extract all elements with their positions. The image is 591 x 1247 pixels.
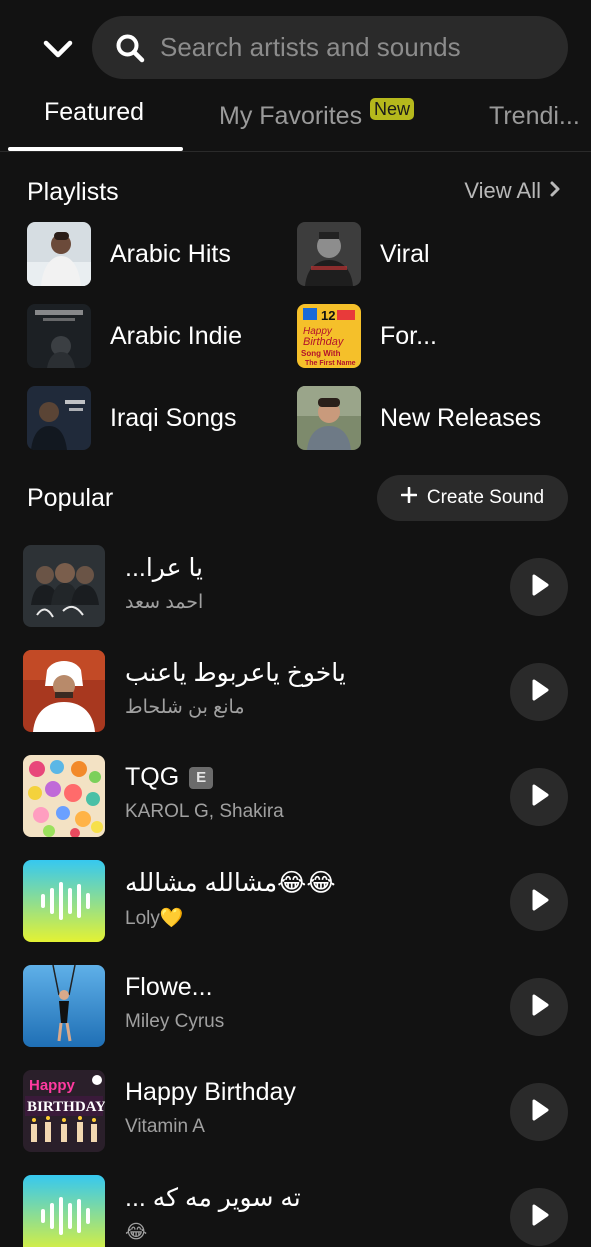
sound-cover xyxy=(23,965,105,1047)
new-badge: New xyxy=(370,98,415,120)
birthday-line3: Song With xyxy=(301,349,341,358)
birthday-line2: Birthday xyxy=(303,336,345,348)
sound-artist: Miley Cyrus xyxy=(125,1011,225,1032)
sound-artist: مانع بن شلحاط xyxy=(125,697,245,718)
sound-cover: Happy BIRTHDAY xyxy=(23,1070,105,1152)
sound-title: TQG xyxy=(125,763,180,791)
play-button[interactable] xyxy=(510,1188,568,1246)
view-all-label: View All xyxy=(464,178,541,203)
sound-artist: KAROL G, Shakira xyxy=(125,801,284,822)
sound-title: 😂😂مشالله مشالله xyxy=(125,869,336,897)
chevron-right-icon xyxy=(549,178,561,204)
playlist-item[interactable]: Iraqi Songs xyxy=(27,386,236,450)
sound-cover xyxy=(23,1175,105,1247)
play-icon xyxy=(528,993,550,1022)
create-sound-label: Create Sound xyxy=(426,487,545,508)
birthday-line4: The First Name xyxy=(305,360,356,367)
playlist-cover xyxy=(297,386,361,450)
sound-title: ته سوير مه كه ... xyxy=(125,1184,301,1212)
playlist-item[interactable]: Arabic Hits xyxy=(27,222,231,286)
playlist-label: For... xyxy=(380,321,437,350)
playlists-heading: Playlists xyxy=(27,178,119,206)
sound-cover xyxy=(23,755,105,837)
plus-icon xyxy=(400,486,418,509)
play-button[interactable] xyxy=(510,873,568,931)
sound-row[interactable]: ياخوخ ياعربوط ياعنب مانع بن شلحاط xyxy=(0,650,591,734)
happy-text: Happy xyxy=(29,1077,76,1094)
play-icon xyxy=(528,1098,550,1127)
birthday-number: 12 xyxy=(321,308,335,323)
sound-row[interactable]: ته سوير مه كه ... 😂 xyxy=(0,1175,591,1247)
active-tab-indicator xyxy=(8,147,183,151)
tab-my-favorites[interactable]: My Favorites xyxy=(219,102,362,131)
play-button[interactable] xyxy=(510,558,568,616)
sound-cover xyxy=(23,545,105,627)
sound-row[interactable]: Flowe... Miley Cyrus xyxy=(0,965,591,1049)
sound-artist: Vitamin A xyxy=(125,1116,205,1137)
tab-featured[interactable]: Featured xyxy=(44,98,144,127)
tab-trending[interactable]: Trendi... xyxy=(489,102,580,131)
create-sound-button[interactable]: Create Sound xyxy=(377,475,568,521)
playlist-item[interactable]: New Releases xyxy=(297,386,541,450)
playlist-cover xyxy=(297,222,361,286)
playlist-label: Arabic Hits xyxy=(110,239,231,268)
playlist-item[interactable]: 12 Happy Birthday Song With The First Na… xyxy=(297,304,437,368)
sound-cover xyxy=(23,650,105,732)
sound-artist: احمد سعد xyxy=(125,592,204,613)
sound-title-group: TQG E xyxy=(125,763,214,792)
sound-title: Flowe... xyxy=(125,973,213,1001)
search-icon xyxy=(114,32,146,64)
playlist-label: New Releases xyxy=(380,403,542,432)
playlist-cover xyxy=(27,304,91,368)
sound-title: Happy Birthday xyxy=(125,1078,296,1106)
sound-row[interactable]: TQG E KAROL G, Shakira xyxy=(0,755,591,839)
explicit-badge: E xyxy=(189,766,214,789)
playlist-label: Viral xyxy=(380,239,430,268)
sound-title: يا عرا... xyxy=(125,554,204,582)
sound-row[interactable]: Happy BIRTHDAY Happy Birthday Vitamin A xyxy=(0,1070,591,1154)
playlist-cover xyxy=(27,222,91,286)
play-icon xyxy=(528,888,550,917)
sound-title: ياخوخ ياعربوط ياعنب xyxy=(125,659,346,687)
play-button[interactable] xyxy=(510,768,568,826)
view-all-link[interactable]: View All xyxy=(464,178,561,204)
tab-bar: Featured My Favorites New Trendi... xyxy=(0,88,591,152)
playlist-item[interactable]: Viral xyxy=(297,222,430,286)
search-bar[interactable]: Search artists and sounds xyxy=(92,16,568,79)
play-button[interactable] xyxy=(510,663,568,721)
play-icon xyxy=(528,783,550,812)
sound-artist: Loly💛 xyxy=(125,908,184,929)
birthday-text: BIRTHDAY xyxy=(27,1099,105,1115)
play-icon xyxy=(528,573,550,602)
play-button[interactable] xyxy=(510,1083,568,1141)
play-icon xyxy=(528,1203,550,1232)
play-icon xyxy=(528,678,550,707)
play-button[interactable] xyxy=(510,978,568,1036)
popular-heading: Popular xyxy=(27,484,114,512)
playlist-cover: 12 Happy Birthday Song With The First Na… xyxy=(297,304,361,368)
playlist-cover xyxy=(27,386,91,450)
playlist-label: Arabic Indie xyxy=(110,321,243,350)
sound-cover xyxy=(23,860,105,942)
sound-row[interactable]: يا عرا... احمد سعد xyxy=(0,545,591,629)
sound-picker-screen: Search artists and sounds Featured My Fa… xyxy=(0,0,591,1247)
sound-artist: 😂 xyxy=(125,1222,148,1243)
playlist-label: Iraqi Songs xyxy=(110,403,237,432)
search-placeholder: Search artists and sounds xyxy=(160,32,461,62)
sound-row[interactable]: 😂😂مشالله مشالله Loly💛 xyxy=(0,860,591,944)
playlist-item[interactable]: Arabic Indie xyxy=(27,304,242,368)
collapse-chevron-icon[interactable] xyxy=(38,32,78,68)
